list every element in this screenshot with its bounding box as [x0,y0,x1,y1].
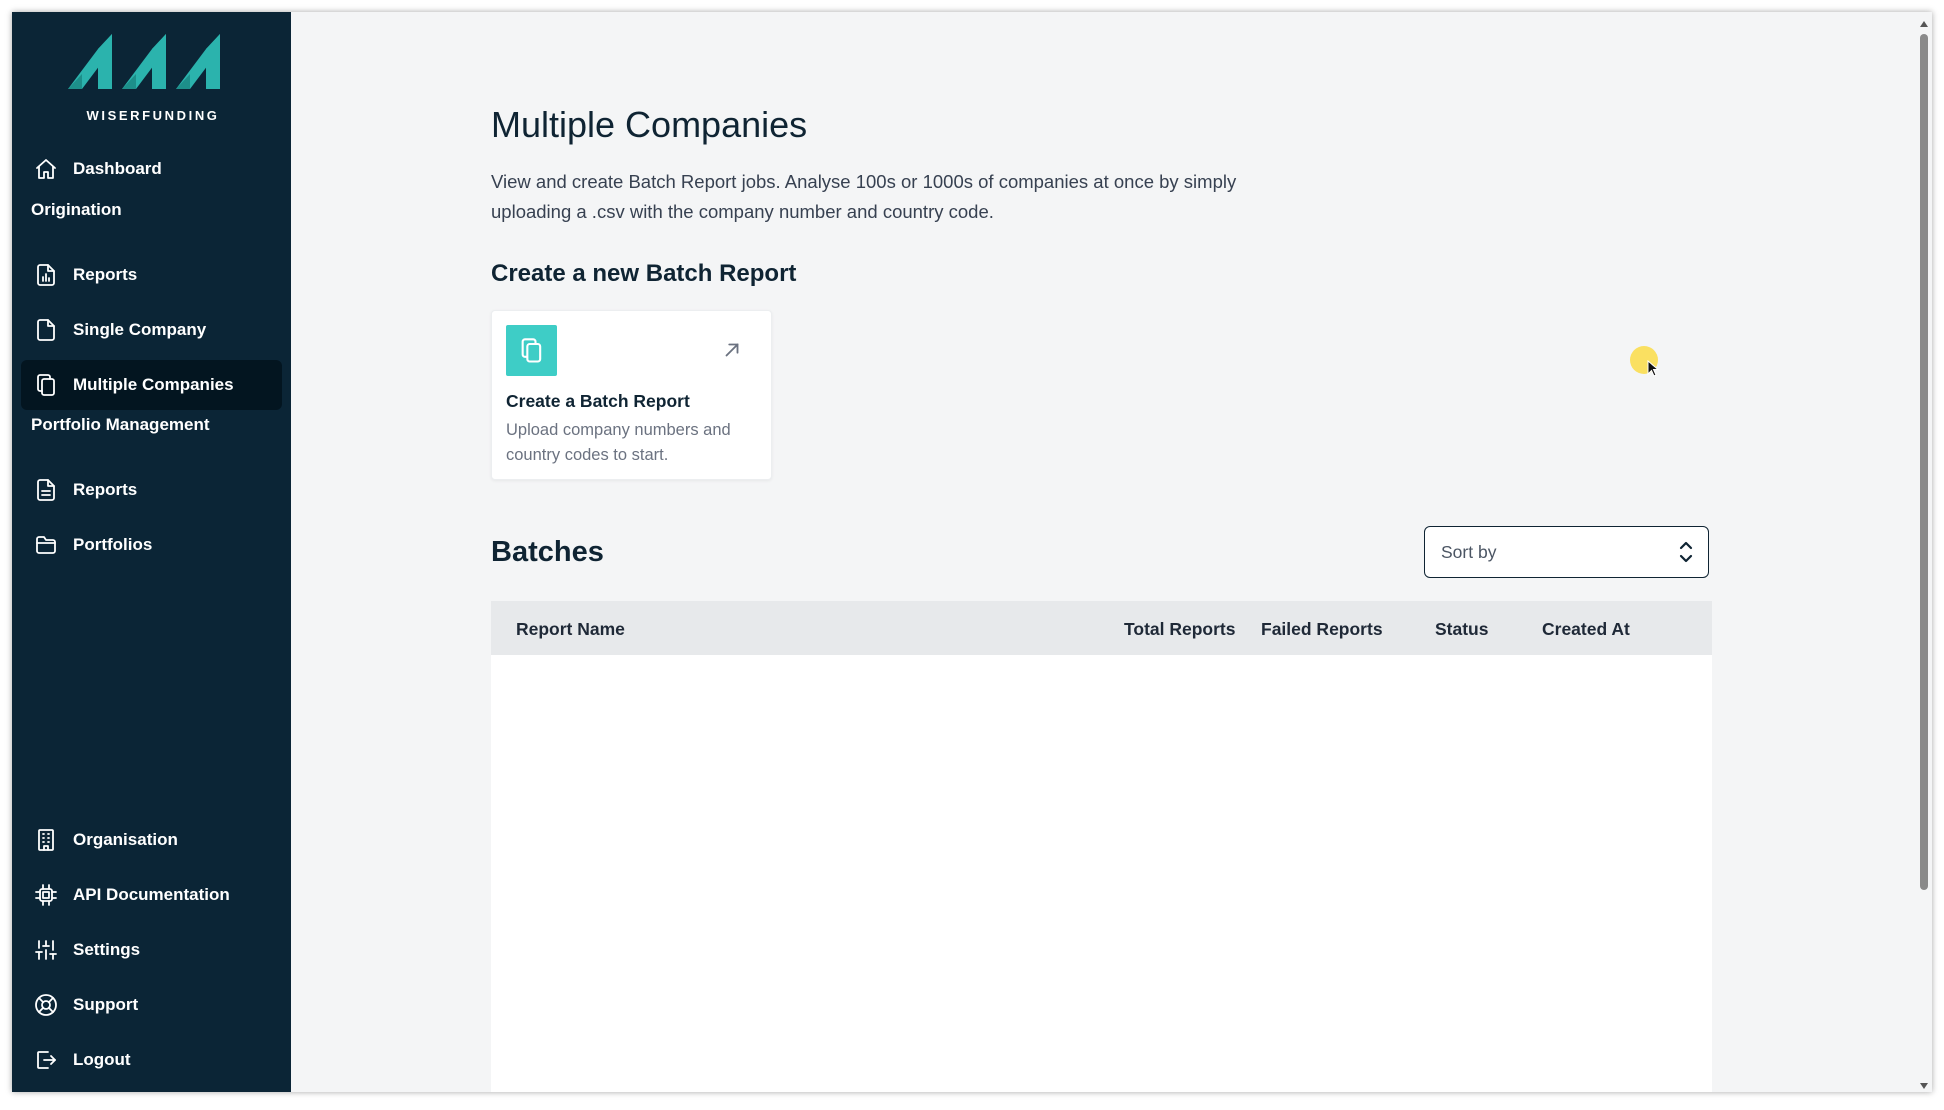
logout-icon [33,1047,59,1073]
documents-icon [33,372,59,398]
chip-icon [33,882,59,908]
scroll-up-icon[interactable] [1919,16,1929,27]
lifebuoy-icon [33,992,59,1018]
sort-by-select[interactable]: Sort by [1424,526,1709,578]
sidebar-item-label: API Documentation [73,885,230,904]
sidebar-item-portfolios[interactable]: Portfolios [21,520,282,570]
sidebar-item-settings[interactable]: Settings [21,925,282,975]
document-icon [33,317,59,343]
vertical-scrollbar[interactable] [1916,12,1932,1092]
sidebar-item-support[interactable]: Support [21,980,282,1030]
sidebar-item-label: Multiple Companies [73,375,234,394]
app-window: WISERFUNDING Dashboard Origination Repor… [12,12,1932,1092]
create-batch-heading: Create a new Batch Report [491,260,797,287]
folder-icon [33,532,59,558]
sidebar-item-label: Reports [73,265,138,284]
sidebar-item-organisation[interactable]: Organisation [21,815,282,865]
sidebar-item-label: Single Company [73,320,207,339]
page-title: Multiple Companies [491,104,808,145]
column-header-report-name[interactable]: Report Name [516,619,625,640]
arrow-up-right-icon [721,339,743,361]
sidebar-item-single-company[interactable]: Single Company [21,305,282,355]
create-batch-report-card[interactable]: Create a Batch Report Upload company num… [491,310,772,480]
scrollbar-thumb[interactable] [1920,34,1928,890]
sidebar-item-label: Reports [73,480,138,499]
sidebar-item-label: Support [73,995,139,1014]
scroll-down-icon[interactable] [1919,1078,1929,1089]
column-header-failed-reports[interactable]: Failed Reports [1261,619,1383,640]
sidebar-item-label: Settings [73,940,141,959]
main-content: Multiple Companies View and create Batch… [291,12,1932,1092]
home-icon [33,156,59,182]
text-document-icon [33,477,59,503]
sidebar-item-portfolio-reports[interactable]: Reports [21,465,282,515]
sidebar-item-label: Dashboard [73,159,162,178]
sidebar-item-dashboard[interactable]: Dashboard [21,144,282,194]
table-header: Report Name Total Reports Failed Reports… [491,601,1712,655]
sidebar-item-api-documentation[interactable]: API Documentation [21,870,282,920]
chevron-up-down-icon [1678,539,1694,565]
batches-table: Report Name Total Reports Failed Reports… [491,601,1712,1092]
documents-icon [506,325,557,376]
sidebar-item-label: Organisation [73,830,178,849]
column-header-status[interactable]: Status [1435,619,1488,640]
building-icon [33,827,59,853]
sort-by-placeholder: Sort by [1441,541,1497,562]
section-origination: Origination [31,200,122,219]
column-header-created-at[interactable]: Created At [1542,619,1630,640]
brand-name: WISERFUNDING [86,108,220,123]
sidebar-item-origination-reports[interactable]: Reports [21,250,282,300]
column-header-total-reports[interactable]: Total Reports [1124,619,1236,640]
sidebar-item-multiple-companies[interactable]: Multiple Companies [21,360,282,410]
batches-heading: Batches [491,536,604,568]
sidebar-item-logout[interactable]: Logout [21,1035,282,1085]
chart-document-icon [33,262,59,288]
card-description: Upload company numbers and country codes… [506,421,731,464]
sidebar-item-label: Portfolios [73,535,153,554]
mouse-cursor-icon [1647,359,1661,378]
page-description: View and create Batch Report jobs. Analy… [491,171,1237,222]
section-portfolio-management: Portfolio Management [31,415,210,434]
brand-logo[interactable]: WISERFUNDING [68,34,238,124]
wiserfunding-logo-icon [68,34,220,89]
card-title: Create a Batch Report [506,391,690,411]
sidebar: WISERFUNDING Dashboard Origination Repor… [12,12,291,1092]
sidebar-item-label: Logout [73,1050,131,1069]
sliders-icon [33,937,59,963]
